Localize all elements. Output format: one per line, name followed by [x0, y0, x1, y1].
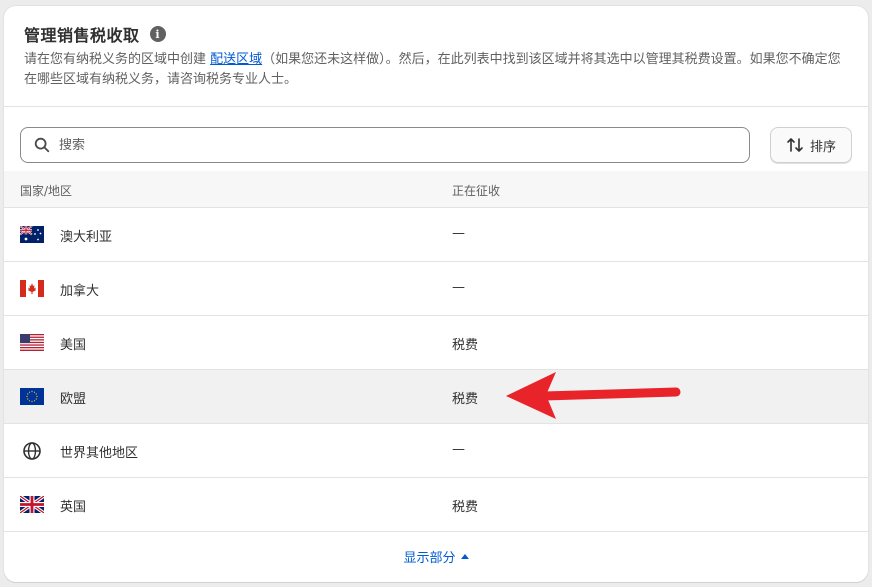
collecting-status: 税费: [452, 338, 479, 353]
table-header: 国家/地区 正在征收: [4, 171, 868, 208]
region-name: 加拿大: [60, 284, 100, 299]
show-less-label: 显示部分: [403, 550, 456, 566]
flag-usa-icon: [20, 334, 44, 351]
card-header: 管理销售税收取 i 请在您有纳税义务的区域中创建 配送区域（如果您还未这样做）。…: [4, 6, 868, 107]
region-name: 世界其他地区: [60, 446, 139, 461]
table-row[interactable]: 英国 税费: [4, 478, 868, 532]
sort-button[interactable]: 排序: [770, 127, 852, 163]
collecting-status: —: [452, 226, 465, 241]
flag-uk-icon: [20, 496, 44, 513]
search-icon: [34, 137, 50, 153]
sort-arrows-icon: [787, 138, 803, 152]
collecting-status: —: [452, 280, 465, 295]
search-row: 排序: [20, 127, 852, 163]
description-text-start: 请在您有纳税义务的区域中创建: [24, 52, 211, 67]
region-name: 美国: [60, 338, 87, 353]
search-input[interactable]: [59, 137, 699, 153]
sort-label: 排序: [809, 139, 836, 155]
table-row[interactable]: 加拿大 —: [4, 262, 868, 316]
card-footer: 显示部分: [4, 530, 868, 582]
description: 请在您有纳税义务的区域中创建 配送区域（如果您还未这样做）。然后，在此列表中找到…: [24, 50, 850, 90]
table-row[interactable]: 世界其他地区 —: [4, 424, 868, 478]
collecting-status: 税费: [452, 500, 479, 515]
table-row[interactable]: 欧盟 税费: [4, 370, 868, 424]
info-icon[interactable]: i: [149, 26, 166, 42]
collecting-status: —: [452, 442, 465, 457]
table-row[interactable]: 美国 税费: [4, 316, 868, 370]
globe-icon: [23, 442, 41, 460]
flag-eu-icon: [20, 388, 44, 405]
search-box[interactable]: [20, 127, 750, 163]
region-table: 国家/地区 正在征收 澳大利亚 — 加拿大 — 美国 税费 欧盟 税费 世界其他…: [4, 171, 868, 532]
flag-canada-icon: [20, 280, 44, 297]
column-header-country: 国家/地区: [20, 184, 73, 198]
show-less-button[interactable]: 显示部分: [403, 547, 469, 566]
region-name: 欧盟: [60, 392, 87, 407]
shipping-zones-link[interactable]: 配送区域: [210, 52, 262, 67]
region-name: 英国: [60, 500, 87, 515]
collecting-status: 税费: [452, 392, 479, 407]
flag-australia-icon: [20, 226, 44, 243]
caret-up-icon: [460, 553, 469, 559]
page-title: 管理销售税收取: [24, 26, 140, 45]
region-name: 澳大利亚: [60, 230, 113, 245]
title-row: 管理销售税收取 i: [24, 22, 166, 46]
column-header-collecting: 正在征收: [452, 184, 501, 198]
tax-collection-card: 管理销售税收取 i 请在您有纳税义务的区域中创建 配送区域（如果您还未这样做）。…: [4, 6, 868, 582]
table-row[interactable]: 澳大利亚 —: [4, 208, 868, 262]
